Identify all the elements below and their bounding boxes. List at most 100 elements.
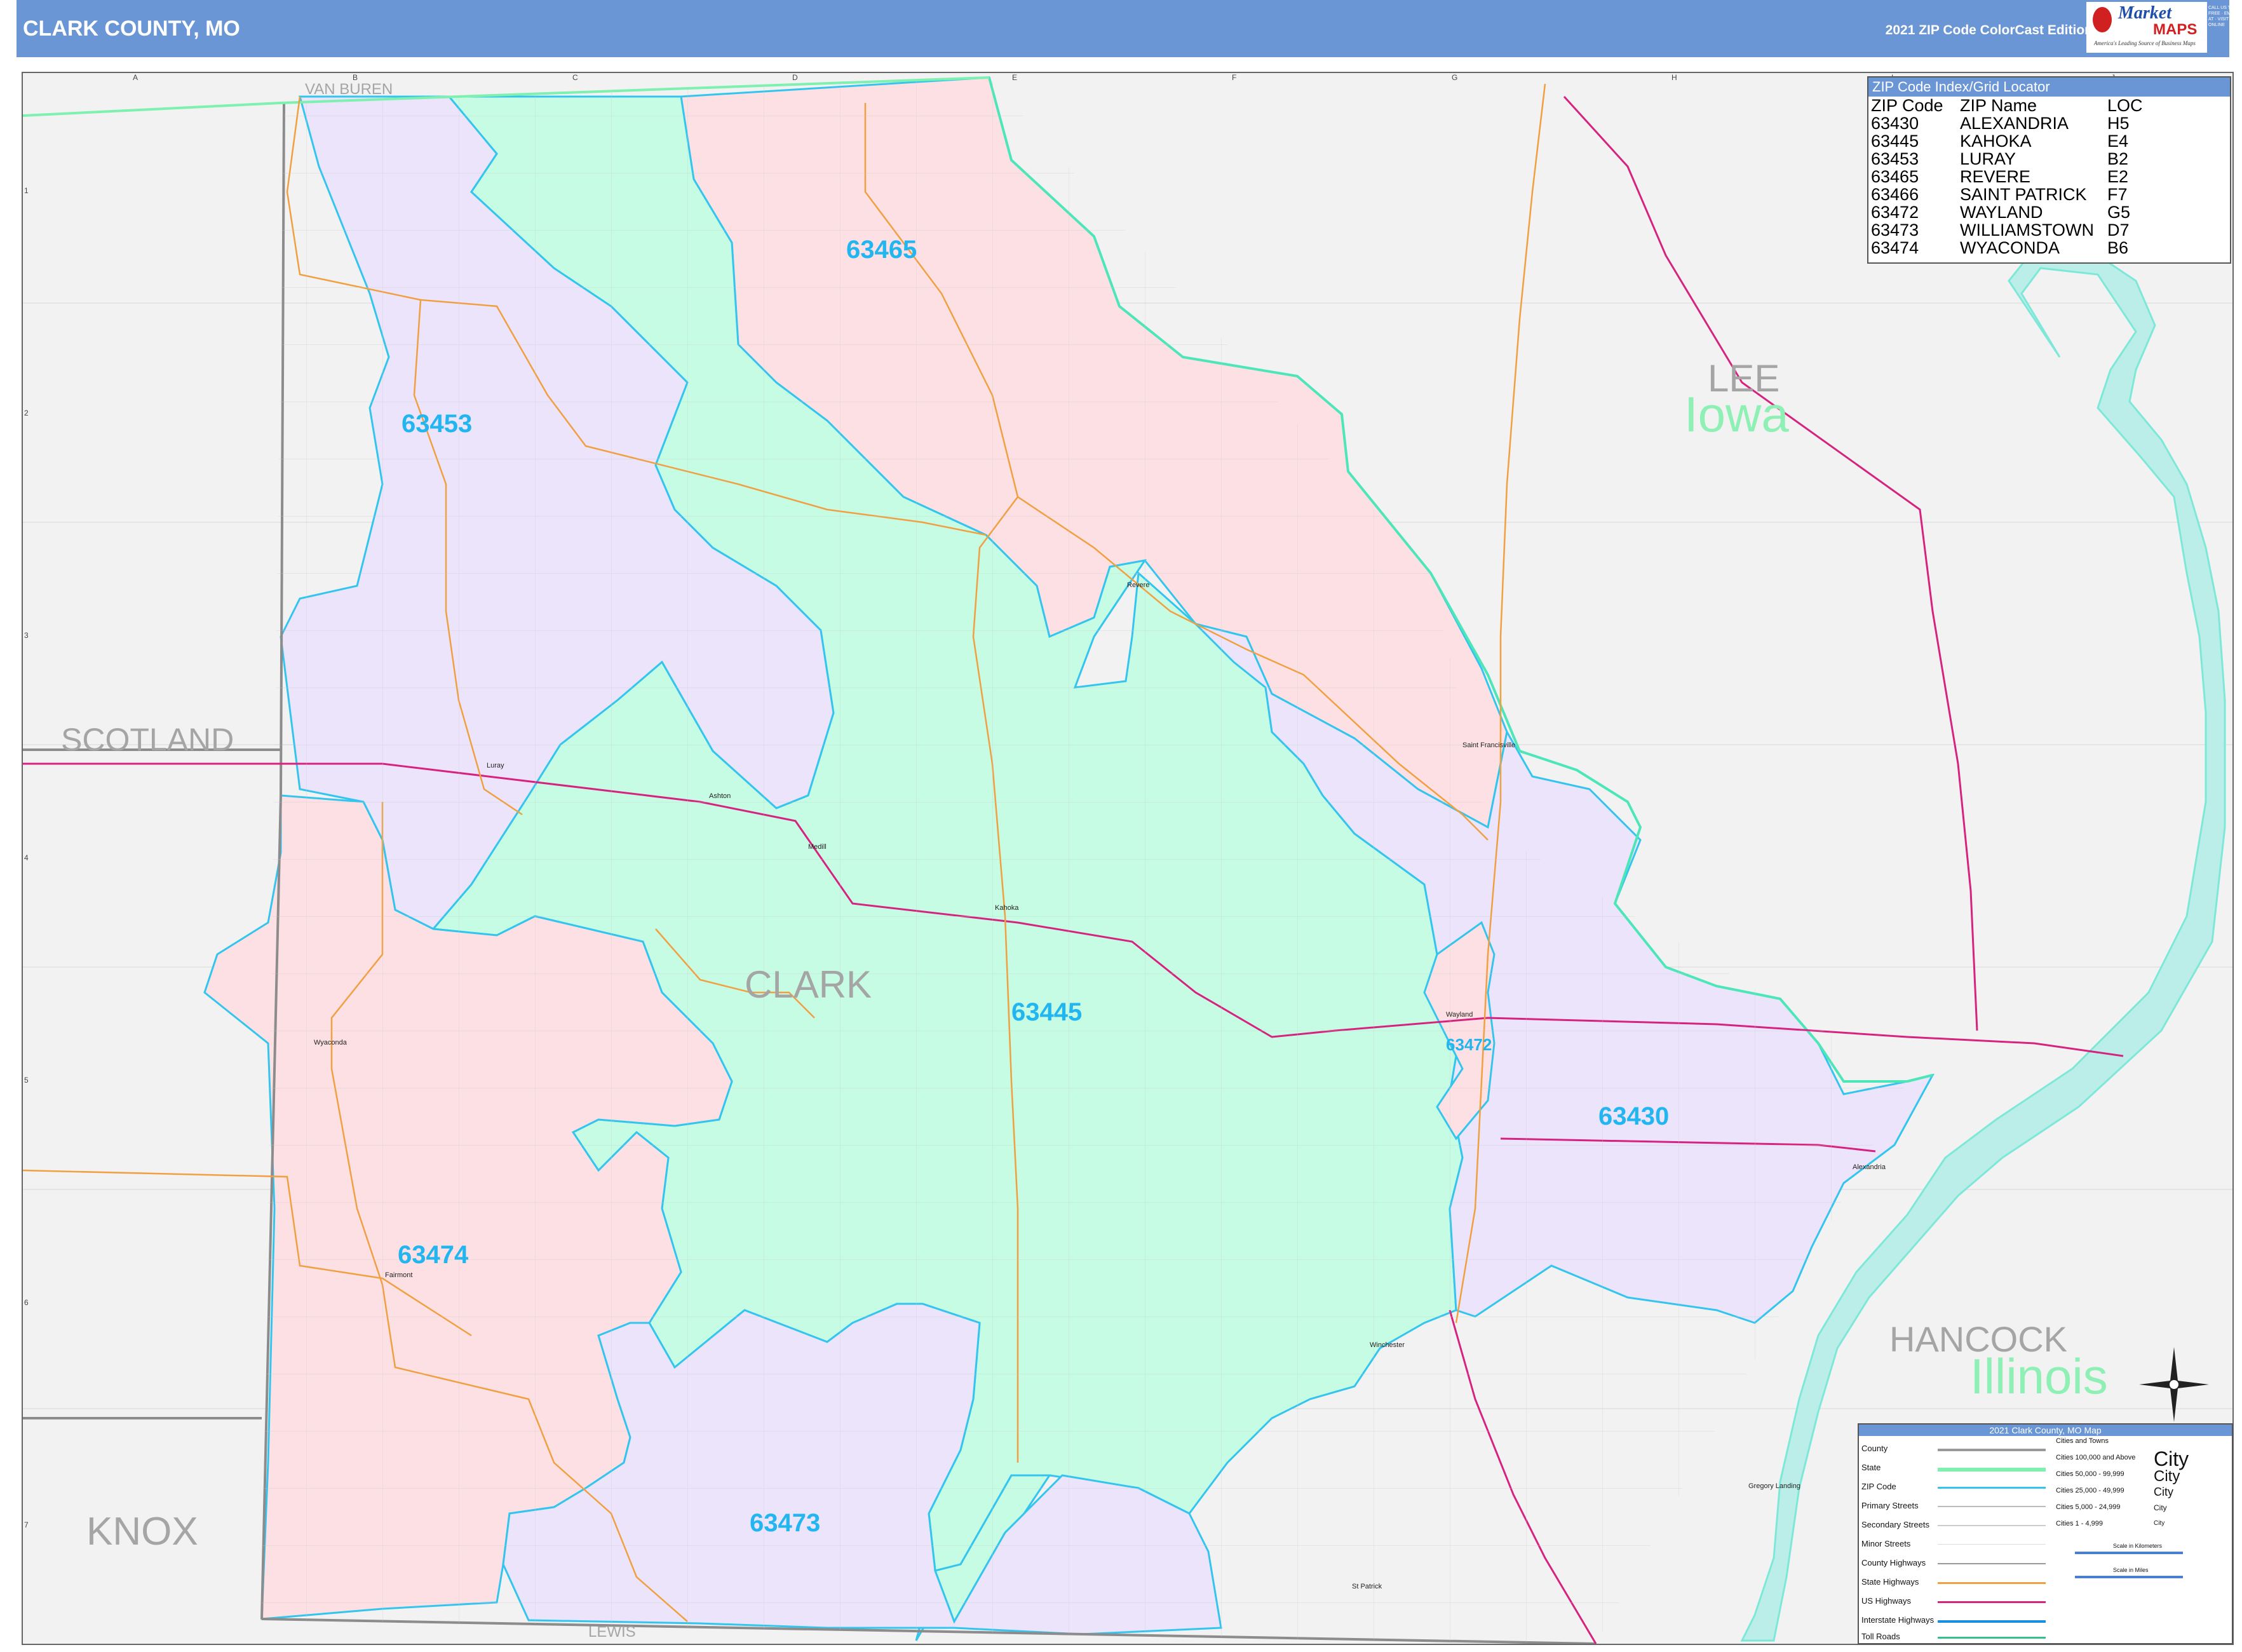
legend-item-state: State — [1861, 1463, 1881, 1472]
zip-name-cell: REVERE — [1960, 167, 2031, 186]
zip-index-header: ZIP Code — [1871, 96, 1943, 115]
map-legend: 2021 Clark County, MO Map County State Z… — [1858, 1423, 2233, 1644]
town-label-st-patrick: St Patrick — [1352, 1583, 1382, 1590]
zip-loc-cell: G5 — [2107, 203, 2131, 222]
town-label-saint-francisville: Saint Francisville — [1462, 741, 1516, 749]
zip-name-cell: SAINT PATRICK — [1960, 185, 2087, 204]
legend-scale-mi: Scale in Miles — [2113, 1567, 2149, 1573]
legend-item-zip: ZIP Code — [1861, 1482, 1896, 1491]
zip-loc-cell: H5 — [2107, 114, 2130, 133]
table-row: 63472 WAYLAND G5 — [1871, 203, 2143, 221]
zip-name-cell: WILLIAMSTOWN — [1960, 220, 2095, 240]
legend-swatch-secondary — [1938, 1525, 2046, 1526]
legend-city-sample: City — [2154, 1503, 2167, 1512]
legend-scale-mi-bar — [2075, 1576, 2183, 1578]
grid-row-label: 7 — [24, 1520, 29, 1529]
town-label-revere: Revere — [1127, 581, 1150, 589]
town-label-fairmont: Fairmont — [385, 1271, 413, 1279]
legend-item-state-hwy: State Highways — [1861, 1577, 1919, 1587]
map-title: CLARK COUNTY, MO — [23, 17, 240, 41]
zip-code-cell: 63466 — [1871, 185, 1919, 204]
town-label-wayland: Wayland — [1446, 1011, 1473, 1019]
zip-index-header-row: ZIP Code ZIP Name LOC — [1871, 97, 2143, 114]
county-label-scotland: SCOTLAND — [61, 722, 234, 757]
legend-item-primary: Primary Streets — [1861, 1501, 1919, 1510]
grid-col-label: F — [1232, 73, 1237, 82]
legend-city-sample: City — [2154, 1520, 2165, 1527]
legend-item-county: County — [1861, 1444, 1888, 1453]
zip-loc-cell: B2 — [2107, 149, 2129, 168]
zip-loc-cell: E4 — [2107, 132, 2129, 151]
table-row: 63474 WYACONDA B6 — [1871, 239, 2143, 257]
zip-code-cell: 63453 — [1871, 149, 1919, 168]
county-label-knox: KNOX — [86, 1510, 198, 1554]
legend-item-us-hwy: US Highways — [1861, 1596, 1912, 1606]
zip-code-cell: 63430 — [1871, 114, 1919, 133]
town-label-alexandria: Alexandria — [1853, 1163, 1886, 1171]
zip-loc-cell: E2 — [2107, 167, 2129, 186]
zip-name-cell: KAHOKA — [1960, 132, 2032, 151]
county-label-clark: CLARK — [745, 963, 872, 1006]
zip-label-63430: 63430 — [1598, 1102, 1670, 1130]
grid-col-label: D — [792, 73, 798, 82]
zip-index-title: ZIP Code Index/Grid Locator — [1868, 78, 2230, 97]
legend-swatch-county — [1938, 1449, 2046, 1451]
zip-code-cell: 63474 — [1871, 238, 1919, 257]
legend-swatch-toll — [1938, 1637, 2046, 1639]
legend-city-class: Cities 5,000 - 24,999 — [2056, 1503, 2121, 1511]
legend-swatch-zip — [1938, 1487, 2046, 1489]
legend-scale-km: Scale in Kilometers — [2113, 1543, 2163, 1549]
zip-label-63472: 63472 — [1446, 1035, 1492, 1054]
zip-index-grid: ZIP Code ZIP Name LOC 63430 ALEXANDRIA H5 … — [1871, 97, 2143, 257]
local-roads — [262, 78, 1907, 1644]
map-edition: 2021 ZIP Code ColorCast Edition — [1885, 23, 2093, 37]
zip-label-63453: 63453 — [402, 410, 473, 438]
legend-item-county-hwy: County Highways — [1861, 1558, 1926, 1567]
legend-scale-km-bar — [2075, 1552, 2183, 1554]
legend-swatch-county-hwy — [1938, 1563, 2046, 1564]
zip-code-cell: 63465 — [1871, 167, 1919, 186]
zip-index-header: LOC — [2107, 96, 2143, 115]
grid-row-label: 6 — [24, 1298, 29, 1307]
zip-loc-cell: D7 — [2107, 220, 2130, 240]
contact-info: CALL US TOLL FREE · EMAIL US AT · VISIT … — [2208, 6, 2242, 27]
town-label-winchester: Winchester — [1370, 1341, 1405, 1349]
grid-row-label: 1 — [24, 186, 29, 195]
grid-col-label: C — [572, 73, 578, 82]
legend-item-secondary: Secondary Streets — [1861, 1520, 1929, 1529]
legend-city-class: Cities 25,000 - 49,999 — [2056, 1487, 2124, 1494]
grid-row-label: 5 — [24, 1076, 29, 1085]
legend-swatch-interstate — [1938, 1620, 2046, 1623]
table-row: 63453 LURAY B2 — [1871, 150, 2143, 168]
legend-swatch-state — [1938, 1468, 2046, 1472]
legend-item-toll: Toll Roads — [1861, 1632, 1900, 1641]
zip-name-cell: WAYLAND — [1960, 203, 2043, 222]
county-label-van-buren: VAN BUREN — [305, 81, 393, 98]
town-label-gregory-landing: Gregory Landing — [1748, 1482, 1800, 1490]
legend-swatch-us-hwy — [1938, 1601, 2046, 1603]
map-canvas[interactable]: A B C D E F G H I J 1 2 3 4 5 6 7 CLARK … — [22, 72, 2234, 1645]
legend-swatch-state-hwy — [1938, 1582, 2046, 1584]
zip-label-63465: 63465 — [846, 236, 917, 264]
grid-row-label: 3 — [24, 631, 29, 640]
grid-col-label: G — [1452, 73, 1458, 82]
map-header: CLARK COUNTY, MO 2021 ZIP Code ColorCast… — [17, 0, 2242, 57]
logo-word-maps: MAPS — [2153, 21, 2198, 38]
legend-city-class: Cities 100,000 and Above — [2056, 1454, 2136, 1461]
table-row: 63473 WILLIAMSTOWN D7 — [1871, 221, 2143, 239]
legend-swatch-minor — [1938, 1544, 2046, 1545]
zip-name-cell: ALEXANDRIA — [1960, 114, 2069, 133]
state-label-iowa: Iowa — [1684, 386, 1789, 442]
zip-loc-cell: B6 — [2107, 238, 2129, 257]
map-svg — [23, 76, 2232, 1644]
table-row: 63445 KAHOKA E4 — [1871, 132, 2143, 150]
legend-title: 2021 Clark County, MO Map — [1859, 1425, 2232, 1436]
town-label-kahoka: Kahoka — [995, 904, 1019, 912]
grid-col-label: H — [1671, 73, 1677, 82]
town-label-medill: Medill — [808, 843, 827, 851]
table-row: 63430 ALEXANDRIA H5 — [1871, 114, 2143, 132]
legend-item-interstate: Interstate Highways — [1861, 1615, 1935, 1625]
legend-swatch-primary — [1938, 1506, 2046, 1507]
zip-label-63474: 63474 — [398, 1241, 469, 1269]
grid-row-label: 2 — [24, 409, 29, 417]
